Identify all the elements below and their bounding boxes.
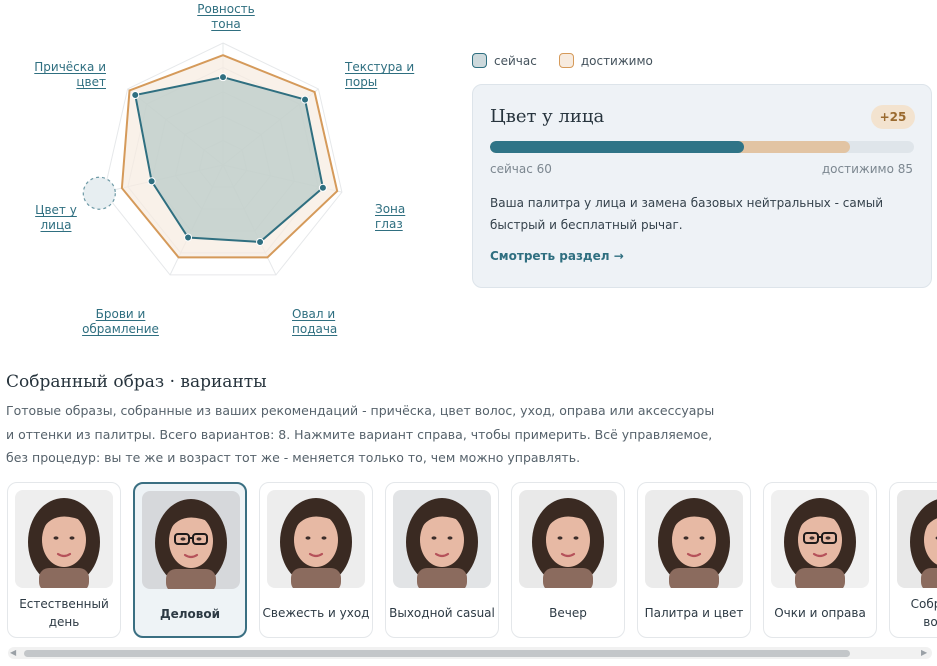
variant-photo [519, 490, 617, 588]
portrait-icon [406, 498, 478, 588]
portrait-icon [155, 499, 227, 589]
section-title: Собранный образ · варианты [6, 372, 267, 392]
progress-track [490, 141, 914, 153]
legend-goal-swatch [558, 53, 574, 68]
variant-card[interactable]: Палитра и цвет [637, 482, 751, 638]
axis-label-face-color[interactable]: Цвет у лица [30, 203, 82, 233]
radar-point-eyes [318, 183, 327, 192]
axis-label-eyes[interactable]: Зона глаз [375, 202, 417, 232]
card-description: Ваша палитра у лица и замена базовых ней… [490, 196, 884, 232]
radar-point-hair [131, 91, 140, 100]
card-title: Цвет у лица [490, 106, 605, 127]
axis-detail-card: Цвет у лица +25 сейчас 60 достижимо 85 В… [472, 84, 932, 288]
variant-card[interactable]: Вечер [511, 482, 625, 638]
delta-badge: +25 [871, 105, 915, 129]
portrait-icon [280, 498, 352, 588]
axis-label-evenness[interactable]: Ровность тона [190, 2, 262, 32]
variant-label: Палитра и цвет [644, 606, 744, 620]
variant-label: Выходной casual [389, 606, 495, 620]
variant-photo [393, 490, 491, 588]
portrait-icon [910, 499, 937, 588]
axis-label-oval[interactable]: Овал и подача [292, 307, 352, 337]
radar-chart: Ровность тона Текстура и поры Зона глаз … [0, 0, 460, 350]
scrollbar-thumb[interactable] [24, 650, 850, 657]
variant-photo [897, 490, 937, 588]
portrait-icon [532, 498, 604, 588]
variant-card[interactable]: Выходной casual [385, 482, 499, 638]
legend: сейчас достижимо [472, 53, 653, 68]
variant-label: Свежесть и уход [262, 606, 370, 620]
legend-now-label: сейчас [494, 53, 537, 68]
radar-point-face_color [147, 177, 156, 186]
variant-carousel: Естественный день Деловой Свежесть и уход В… [7, 482, 937, 640]
variant-label: Деловой [159, 607, 221, 621]
progress-now-fill [490, 141, 745, 153]
variant-card[interactable]: Деловой [133, 482, 247, 638]
radar-point-brows [184, 233, 193, 242]
view-section-link[interactable]: Смотреть раздел → [490, 249, 624, 263]
variant-label: Очки и оправа [774, 606, 866, 620]
variant-photo [267, 490, 365, 588]
variant-card[interactable]: Очки и оправа [763, 482, 877, 638]
scroll-left-arrow-icon[interactable]: ◀ [10, 648, 16, 657]
variant-photo [15, 490, 113, 588]
variant-label: Естественный день [19, 597, 109, 629]
radar-selected-marker[interactable] [82, 176, 116, 210]
radar-svg [82, 42, 343, 276]
variant-card[interactable]: Собранные волосы [889, 482, 937, 638]
variant-photo [142, 491, 240, 589]
axis-label-brows[interactable]: Брови и обрамление [78, 307, 163, 337]
scroll-right-arrow-icon[interactable]: ▶ [921, 648, 927, 657]
now-score-label: сейчас 60 [490, 162, 552, 176]
portrait-icon [784, 498, 856, 588]
axis-label-texture[interactable]: Текстура и поры [345, 60, 417, 90]
radar-point-evenness [219, 73, 227, 82]
variant-label: Вечер [549, 606, 587, 620]
variant-photo [771, 490, 869, 588]
variant-card[interactable]: Свежесть и уход [259, 482, 373, 638]
variant-label: Собранные волосы [910, 597, 937, 629]
goal-score-label: достижимо 85 [821, 162, 913, 176]
radar-point-oval [256, 237, 265, 246]
portrait-icon [28, 498, 100, 588]
legend-goal-label: достижимо [580, 53, 653, 68]
variant-photo [645, 490, 743, 588]
axis-label-hair[interactable]: Причёска и цвет [28, 60, 106, 90]
legend-now-swatch [472, 53, 487, 68]
radar-point-texture [301, 95, 310, 104]
portrait-icon [658, 498, 730, 588]
section-description: Готовые образы, собранные из ваших реком… [6, 403, 715, 465]
variant-card[interactable]: Естественный день [7, 482, 121, 638]
